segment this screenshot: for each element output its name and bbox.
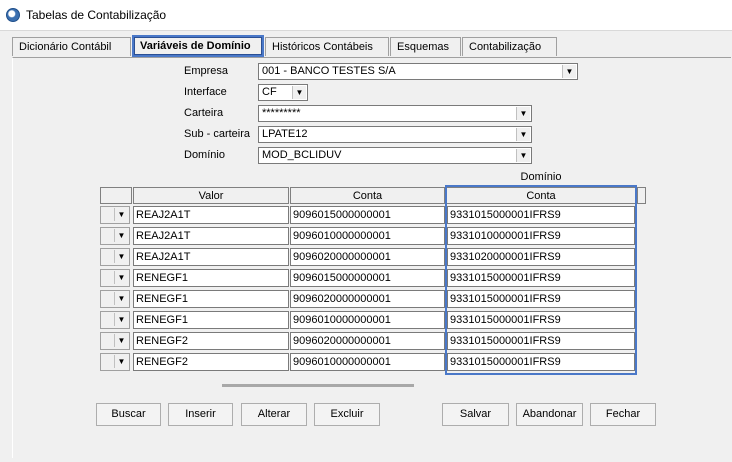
grid-header-conta[interactable]: Conta xyxy=(290,187,445,204)
tab-dicionario-contabil[interactable]: Dicionário Contábil xyxy=(12,37,131,56)
title-bar: Tabelas de Contabilização xyxy=(0,0,732,31)
abandonar-button[interactable]: Abandonar xyxy=(516,403,583,426)
cell-valor[interactable]: REAJ2A1T xyxy=(133,227,289,245)
cell-conta[interactable]: 9096010000000001 xyxy=(290,353,445,371)
grid-header-selector xyxy=(100,187,132,204)
grid-group-header-dominio: Domínio xyxy=(520,171,562,183)
cell-conta[interactable]: 9096020000000001 xyxy=(290,332,445,350)
row-dropdown-button[interactable]: ▼ xyxy=(100,269,130,287)
cell-conta-dominio[interactable]: 9331015000001IFRS9 xyxy=(447,311,635,329)
row-dropdown-button[interactable]: ▼ xyxy=(100,290,130,308)
row-dropdown-button[interactable]: ▼ xyxy=(100,206,130,224)
row-dropdown-button[interactable]: ▼ xyxy=(100,227,130,245)
tab-strip: Dicionário Contábil Variáveis de Domínio… xyxy=(0,35,732,57)
chevron-down-icon[interactable]: ▼ xyxy=(114,355,128,368)
buscar-button[interactable]: Buscar xyxy=(96,403,161,426)
cell-valor[interactable]: RENEGF2 xyxy=(133,332,289,350)
tab-historicos-contabeis[interactable]: Históricos Contábeis xyxy=(265,37,389,56)
chevron-down-icon[interactable]: ▼ xyxy=(114,208,128,221)
carteira-select[interactable]: ********* ▼ xyxy=(258,105,532,122)
cell-conta[interactable]: 9096010000000001 xyxy=(290,227,445,245)
cell-conta-dominio[interactable]: 9331020000001IFRS9 xyxy=(447,248,635,266)
chevron-down-icon[interactable]: ▼ xyxy=(516,128,530,141)
chevron-down-icon[interactable]: ▼ xyxy=(114,334,128,347)
interface-value: CF xyxy=(262,86,277,98)
chevron-down-icon[interactable]: ▼ xyxy=(114,250,128,263)
tab-esquemas[interactable]: Esquemas xyxy=(390,37,461,56)
chevron-down-icon[interactable]: ▼ xyxy=(292,86,306,99)
chevron-down-icon[interactable]: ▼ xyxy=(562,65,576,78)
empresa-label: Empresa xyxy=(184,65,229,77)
row-dropdown-button[interactable]: ▼ xyxy=(100,248,130,266)
cell-valor[interactable]: RENEGF1 xyxy=(133,269,289,287)
salvar-button[interactable]: Salvar xyxy=(442,403,509,426)
cell-conta[interactable]: 9096020000000001 xyxy=(290,290,445,308)
interface-label: Interface xyxy=(184,86,227,98)
cell-valor[interactable]: REAJ2A1T xyxy=(133,248,289,266)
grid-header-end xyxy=(637,187,646,204)
dominio-label: Domínio xyxy=(184,149,225,161)
cell-conta-dominio[interactable]: 9331010000001IFRS9 xyxy=(447,227,635,245)
inserir-button[interactable]: Inserir xyxy=(168,403,233,426)
tab-contabilizacao[interactable]: Contabilização xyxy=(462,37,557,56)
cell-conta-dominio[interactable]: 9331015000001IFRS9 xyxy=(447,290,635,308)
alterar-button[interactable]: Alterar xyxy=(241,403,307,426)
chevron-down-icon[interactable]: ▼ xyxy=(516,107,530,120)
chevron-down-icon[interactable]: ▼ xyxy=(114,271,128,284)
chevron-down-icon[interactable]: ▼ xyxy=(114,292,128,305)
chevron-down-icon[interactable]: ▼ xyxy=(114,313,128,326)
chevron-down-icon[interactable]: ▼ xyxy=(516,149,530,162)
interface-select[interactable]: CF ▼ xyxy=(258,84,308,101)
horizontal-scrollbar[interactable] xyxy=(222,384,414,387)
cell-conta-dominio[interactable]: 9331015000001IFRS9 xyxy=(447,206,635,224)
chevron-down-icon[interactable]: ▼ xyxy=(114,229,128,242)
cell-conta-dominio[interactable]: 9331015000001IFRS9 xyxy=(447,332,635,350)
row-dropdown-button[interactable]: ▼ xyxy=(100,311,130,329)
cell-valor[interactable]: RENEGF1 xyxy=(133,290,289,308)
cell-valor[interactable]: RENEGF1 xyxy=(133,311,289,329)
cell-conta[interactable]: 9096015000000001 xyxy=(290,206,445,224)
cell-conta[interactable]: 9096020000000001 xyxy=(290,248,445,266)
cell-valor[interactable]: RENEGF2 xyxy=(133,353,289,371)
dominio-select[interactable]: MOD_BCLIDUV ▼ xyxy=(258,147,532,164)
carteira-value: ********* xyxy=(262,107,301,119)
app-icon xyxy=(6,8,20,22)
dominio-value: MOD_BCLIDUV xyxy=(262,149,342,161)
cell-conta-dominio[interactable]: 9331015000001IFRS9 xyxy=(447,353,635,371)
window-title: Tabelas de Contabilização xyxy=(26,8,167,22)
grid-header-conta-dominio[interactable]: Conta xyxy=(446,187,636,204)
grid-header-valor[interactable]: Valor xyxy=(133,187,289,204)
row-dropdown-button[interactable]: ▼ xyxy=(100,332,130,350)
excluir-button[interactable]: Excluir xyxy=(314,403,380,426)
subcarteira-label: Sub - carteira xyxy=(184,128,251,140)
cell-valor[interactable]: REAJ2A1T xyxy=(133,206,289,224)
fechar-button[interactable]: Fechar xyxy=(590,403,656,426)
cell-conta[interactable]: 9096015000000001 xyxy=(290,269,445,287)
cell-conta[interactable]: 9096010000000001 xyxy=(290,311,445,329)
cell-conta-dominio[interactable]: 9331015000001IFRS9 xyxy=(447,269,635,287)
tab-variaveis-de-dominio[interactable]: Variáveis de Domínio xyxy=(132,35,264,57)
empresa-value: 001 - BANCO TESTES S/A xyxy=(262,65,396,77)
subcarteira-value: LPATE12 xyxy=(262,128,308,140)
carteira-label: Carteira xyxy=(184,107,224,119)
empresa-select[interactable]: 001 - BANCO TESTES S/A ▼ xyxy=(258,63,578,80)
subcarteira-select[interactable]: LPATE12 ▼ xyxy=(258,126,532,143)
row-dropdown-button[interactable]: ▼ xyxy=(100,353,130,371)
